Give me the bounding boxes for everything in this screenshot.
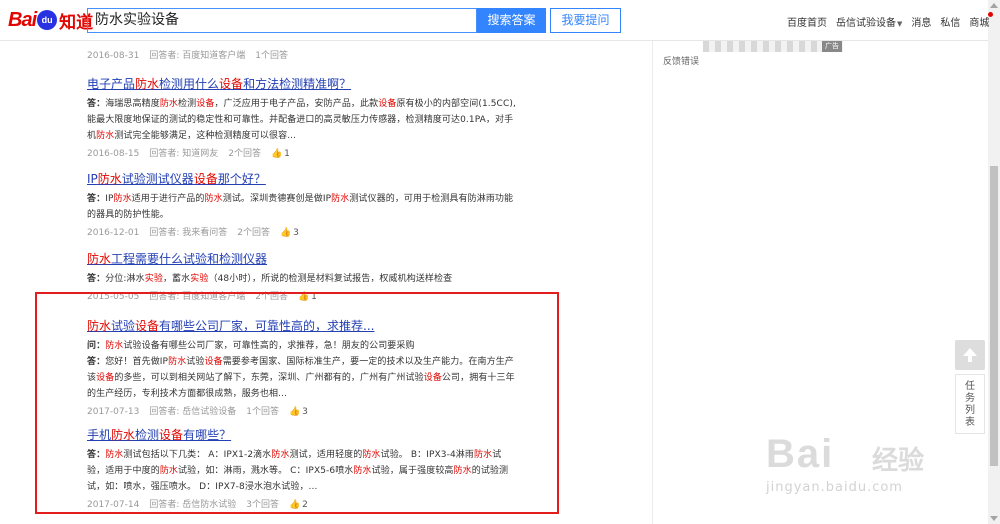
result-like-count: 3 (293, 228, 299, 238)
thumbs-up-icon: 👍 (279, 228, 292, 238)
logo-paw-icon: du (37, 10, 58, 30)
answer-text: 分位:淋水 (105, 274, 145, 284)
title-text: 工程需要什么试验和检测仪器 (111, 252, 268, 266)
watermark-url: jingyan.baidu.com (766, 480, 903, 495)
task-list-button[interactable]: 任务列表 (955, 374, 985, 434)
result-answer-abstract: 答：海瑞思高精度防水检测设备，广泛应用于电子产品，安防产品，此款设备原有极小的内… (87, 96, 517, 144)
answer-text: 海瑞思高精度 (105, 99, 160, 109)
result-item: 电子产品防水检测用什么设备和方法检测精准啊？ 答：海瑞思高精度防水检测设备，广泛应… (87, 77, 517, 160)
result-item: 2016-08-31 回答者: 百度知道客户端 1个回答 (87, 46, 517, 62)
result-answer-count[interactable]: 2个回答 (237, 227, 270, 239)
result-like-count: 1 (284, 149, 290, 159)
answer-text: 测试完全能够满足，这种检测精度可以很容... (114, 131, 297, 141)
keyword-highlight: 设备 (378, 99, 397, 109)
result-meta: 2016-12-01 回答者: 我来看问答 2个回答 👍 3 (87, 227, 517, 239)
keyword-highlight: 防水 (87, 252, 112, 266)
title-text: 那个好？ (217, 172, 266, 186)
keyword-highlight: 防水 (204, 194, 223, 204)
result-date: 2016-08-15 (87, 149, 140, 159)
scroll-down-icon[interactable] (990, 516, 998, 521)
back-to-top-button[interactable] (955, 340, 985, 370)
result-answerer[interactable]: 回答者: 知道网友 (149, 148, 218, 160)
ask-question-button[interactable]: 我要提问 (550, 8, 621, 33)
result-date: 2016-12-01 (87, 228, 140, 238)
nav-messages[interactable]: 消息 (911, 14, 931, 29)
result-date: 2016-08-31 (87, 51, 140, 61)
scroll-up-icon[interactable] (990, 3, 998, 8)
keyword-highlight: 实验 (144, 274, 163, 284)
nav-user-name: 岳信试验设备 (836, 18, 896, 29)
baidu-zhidao-logo[interactable]: Bai du 知道 (8, 8, 93, 33)
result-title-link[interactable]: 电子产品防水检测用什么设备和方法检测精准啊？ (87, 77, 517, 92)
keyword-highlight: 防水 (135, 77, 160, 91)
column-divider (652, 41, 653, 524)
search-input[interactable]: 防水实验设备 (87, 8, 477, 33)
result-meta: 2016-08-15 回答者: 知道网友 2个回答 👍 1 (87, 148, 517, 160)
answer-text: 检测 (178, 99, 197, 109)
title-text: IP (87, 172, 98, 186)
task-list-char: 任 (965, 381, 975, 392)
answer-text: ，广泛应用于电子产品，安防产品，此款 (214, 99, 379, 109)
keyword-highlight: 设备 (219, 77, 244, 91)
nav-private-messages[interactable]: 私信 (940, 14, 960, 29)
keyword-highlight: 防水 (331, 194, 350, 204)
title-text: 和方法检测精准啊？ (243, 77, 352, 91)
scrollbar[interactable] (988, 0, 1000, 524)
keyword-highlight: 防水 (113, 194, 132, 204)
answer-text: 答： (87, 274, 106, 284)
result-item: IP防水试验测试仪器设备那个好？ 答：IP防水适用于进行产品的防水测试。深圳贵德赛… (87, 172, 517, 239)
answer-text: IP (105, 194, 114, 204)
watermark-jingyan: 经验 (872, 446, 925, 476)
chevron-down-icon: ▼ (897, 20, 903, 28)
keyword-highlight: 防水 (97, 172, 122, 186)
result-answer-count[interactable]: 1个回答 (255, 50, 288, 62)
task-list-char: 务 (965, 393, 975, 404)
arrow-up-icon (963, 348, 977, 362)
search-button[interactable]: 搜索答案 (477, 8, 546, 33)
keyword-highlight: 设备 (193, 172, 218, 186)
scrollbar-thumb[interactable] (990, 166, 998, 466)
nav-user-menu[interactable]: 岳信试验设备▼ (836, 14, 902, 29)
title-text: 电子产品 (87, 77, 136, 91)
nav-mall-label: 商城 (969, 18, 990, 29)
result-title-link[interactable]: IP防水试验测试仪器设备那个好？ (87, 172, 517, 187)
result-title-link[interactable]: 防水工程需要什么试验和检测仪器 (87, 252, 517, 267)
answer-text: 测试。深圳贵德赛创是做IP (222, 194, 332, 204)
keyword-highlight: 设备 (196, 99, 215, 109)
top-bar: Bai du 知道 防水实验设备 搜索答案 我要提问 百度首页 岳信试验设备▼ … (0, 0, 994, 41)
result-answerer[interactable]: 回答者: 我来看问答 (149, 227, 227, 239)
red-highlight-box (35, 292, 559, 514)
result-answer-abstract: 答：分位:淋水实验，蓄水实验（48小时），所说的检测是材料复试报告，权威机构送样… (87, 271, 517, 287)
feedback-link[interactable]: 反馈错误 (663, 54, 699, 67)
keyword-highlight: 防水 (96, 131, 115, 141)
task-list-char: 表 (965, 417, 975, 428)
thumbs-up-icon: 👍 (270, 149, 283, 159)
result-answer-count[interactable]: 2个回答 (228, 148, 261, 160)
watermark-logo: Bai (766, 432, 835, 476)
answer-text: 答： (87, 194, 106, 204)
task-list-char: 列 (965, 405, 975, 416)
result-answerer[interactable]: 回答者: 百度知道客户端 (149, 50, 245, 62)
title-text: 试验测试仪器 (121, 172, 194, 186)
result-answer-abstract: 答：IP防水适用于进行产品的防水测试。深圳贵德赛创是做IP防水测试仪器的，可用于… (87, 191, 517, 223)
answer-text: ，蓄水 (162, 274, 191, 284)
baidu-jingyan-watermark: Bai 经验 jingyan.baidu.com (766, 432, 966, 502)
keyword-highlight: 实验 (190, 274, 209, 284)
nav-mall[interactable]: 商城 (969, 12, 994, 29)
answer-text: （48小时），所说的检测是材料复试报告，权威机构送样检查 (208, 274, 453, 284)
answer-text: 适用于进行产品的 (131, 194, 205, 204)
top-nav: 百度首页 岳信试验设备▼ 消息 私信 商城 (787, 12, 994, 29)
title-text: 检测用什么 (159, 77, 220, 91)
ad-tag: 广告 (822, 41, 842, 52)
nav-baidu-home[interactable]: 百度首页 (787, 14, 827, 29)
answer-text: 答： (87, 99, 106, 109)
keyword-highlight: 防水 (159, 99, 179, 109)
logo-bai: Bai (8, 8, 37, 31)
result-meta: 2016-08-31 回答者: 百度知道客户端 1个回答 (87, 50, 517, 62)
